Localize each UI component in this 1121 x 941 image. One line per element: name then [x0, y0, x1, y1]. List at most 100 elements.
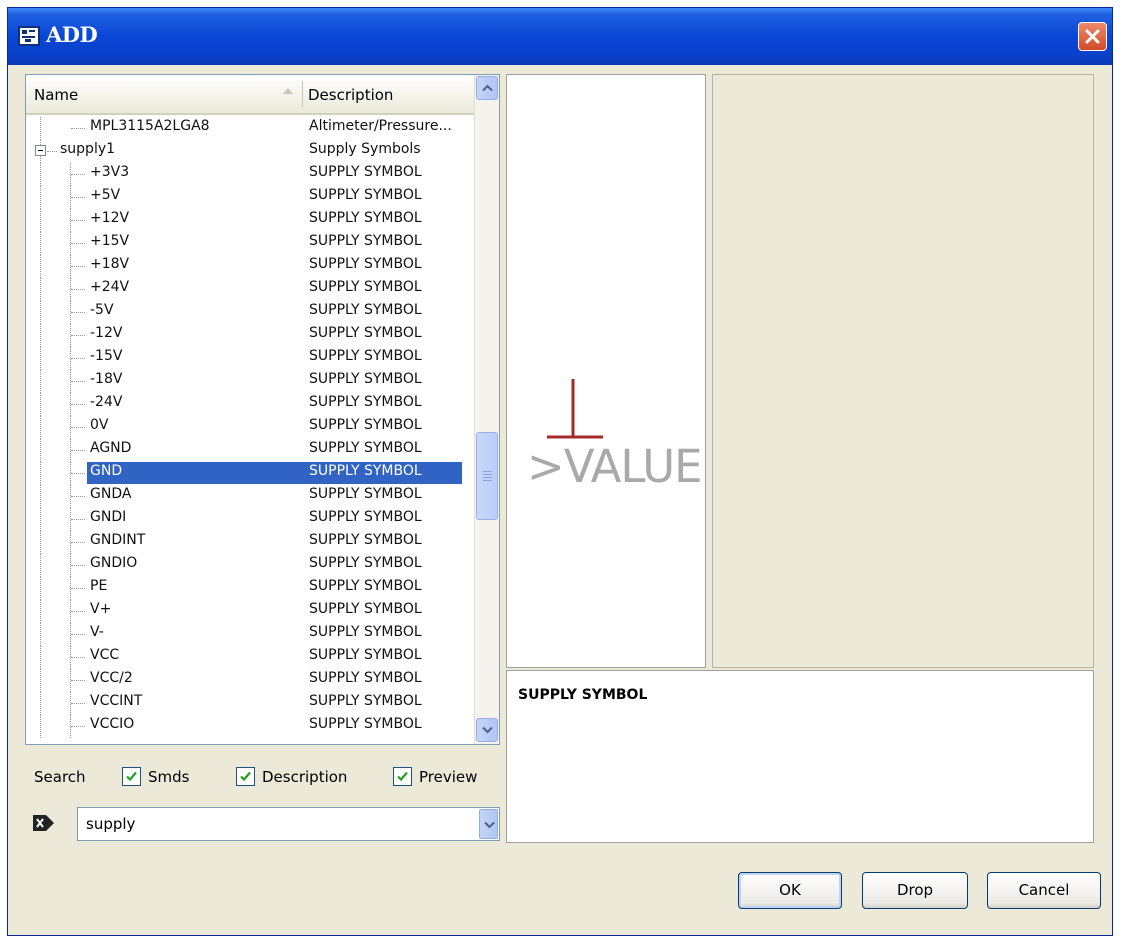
- tree-row[interactable]: -18V SUPPLY SYMBOL: [26, 370, 474, 393]
- tree-row[interactable]: +5V SUPPLY SYMBOL: [26, 186, 474, 209]
- tree-row-name: GND: [90, 463, 123, 479]
- scroll-up-button[interactable]: [476, 76, 498, 100]
- chevron-down-icon: [484, 821, 495, 829]
- window-title: ADD: [46, 22, 98, 47]
- tree-row-name: GNDINT: [90, 532, 146, 548]
- tree-row[interactable]: VCC SUPPLY SYMBOL: [26, 646, 474, 669]
- column-separator[interactable]: [302, 81, 303, 107]
- drop-button[interactable]: Drop: [862, 872, 968, 909]
- tree-row-description: SUPPLY SYMBOL: [309, 509, 422, 525]
- scroll-down-button[interactable]: [476, 718, 498, 742]
- library-tree[interactable]: Name Description MPL3115A2LGA8 Altimeter/…: [25, 74, 500, 745]
- tree-row-description: SUPPLY SYMBOL: [309, 394, 422, 410]
- tree-row[interactable]: -15V SUPPLY SYMBOL: [26, 347, 474, 370]
- search-input-value: supply: [86, 815, 136, 833]
- tree-row[interactable]: +3V3 SUPPLY SYMBOL: [26, 163, 474, 186]
- tree-row-description: SUPPLY SYMBOL: [309, 164, 422, 180]
- tree-row[interactable]: V+ SUPPLY SYMBOL: [26, 600, 474, 623]
- description-panel: SUPPLY SYMBOL: [506, 670, 1094, 843]
- description-label[interactable]: Description: [262, 768, 347, 786]
- tree-row[interactable]: +15V SUPPLY SYMBOL: [26, 232, 474, 255]
- tree-row[interactable]: MPL3115A2LGA8 Altimeter/Pressure...: [26, 117, 474, 140]
- tree-row-description: SUPPLY SYMBOL: [309, 348, 422, 364]
- tree-row-description: SUPPLY SYMBOL: [309, 463, 422, 479]
- smds-label[interactable]: Smds: [148, 768, 189, 786]
- tree-row[interactable]: supply1 Supply Symbols: [26, 140, 474, 163]
- tree-row-description: SUPPLY SYMBOL: [309, 601, 422, 617]
- tree-row-name: 0V: [90, 417, 109, 433]
- close-button[interactable]: [1078, 22, 1107, 51]
- tree-row[interactable]: +24V SUPPLY SYMBOL: [26, 278, 474, 301]
- tree-row[interactable]: V- SUPPLY SYMBOL: [26, 623, 474, 646]
- checkmark-icon: [126, 771, 137, 782]
- description-checkbox[interactable]: [236, 767, 255, 786]
- tree-row-description: SUPPLY SYMBOL: [309, 693, 422, 709]
- tree-scrollbar[interactable]: [474, 75, 499, 744]
- tree-row[interactable]: AGND SUPPLY SYMBOL: [26, 439, 474, 462]
- tree-row-description: SUPPLY SYMBOL: [309, 532, 422, 548]
- tree-row-description: SUPPLY SYMBOL: [309, 187, 422, 203]
- tree-row-name: +18V: [90, 256, 130, 272]
- tree-row[interactable]: 0V SUPPLY SYMBOL: [26, 416, 474, 439]
- clear-search-icon[interactable]: [32, 813, 56, 833]
- tree-row[interactable]: +12V SUPPLY SYMBOL: [26, 209, 474, 232]
- tree-row-description: SUPPLY SYMBOL: [309, 670, 422, 686]
- tree-row-description: SUPPLY SYMBOL: [309, 371, 422, 387]
- tree-row-name: -15V: [90, 348, 123, 364]
- package-preview: [712, 74, 1094, 668]
- cancel-button[interactable]: Cancel: [987, 872, 1101, 909]
- tree-row-description: SUPPLY SYMBOL: [309, 555, 422, 571]
- tree-row-name: GNDA: [90, 486, 132, 502]
- search-label: Search: [34, 768, 86, 786]
- tree-row-name: -24V: [90, 394, 123, 410]
- tree-row-name: supply1: [60, 141, 116, 157]
- tree-row-description: SUPPLY SYMBOL: [309, 210, 422, 226]
- tree-row-name: -12V: [90, 325, 123, 341]
- tree-row[interactable]: -5V SUPPLY SYMBOL: [26, 301, 474, 324]
- tree-row-name: V+: [90, 601, 112, 617]
- tree-row-name: GNDI: [90, 509, 127, 525]
- tree-row[interactable]: GNDA SUPPLY SYMBOL: [26, 485, 474, 508]
- close-icon: [1085, 29, 1100, 44]
- tree-row-description: Altimeter/Pressure...: [309, 118, 452, 134]
- collapse-toggle-icon[interactable]: [35, 145, 46, 156]
- ok-button[interactable]: OK: [738, 872, 842, 909]
- tree-row-selected[interactable]: GND SUPPLY SYMBOL: [26, 462, 474, 485]
- preview-label[interactable]: Preview: [419, 768, 477, 786]
- smds-checkbox[interactable]: [122, 767, 141, 786]
- tree-row[interactable]: GNDI SUPPLY SYMBOL: [26, 508, 474, 531]
- tree-row[interactable]: PE SUPPLY SYMBOL: [26, 577, 474, 600]
- column-header-name[interactable]: Name: [34, 75, 78, 113]
- tree-row[interactable]: VCC/2 SUPPLY SYMBOL: [26, 669, 474, 692]
- tree-row-name: AGND: [90, 440, 132, 456]
- tree-row-description: Supply Symbols: [309, 141, 421, 157]
- tree-row[interactable]: -24V SUPPLY SYMBOL: [26, 393, 474, 416]
- search-history-dropdown-button[interactable]: [479, 809, 498, 839]
- scroll-thumb[interactable]: [476, 432, 498, 520]
- tree-row[interactable]: VCCIO SUPPLY SYMBOL: [26, 715, 474, 738]
- tree-row-name: PE: [90, 578, 108, 594]
- preview-checkbox[interactable]: [393, 767, 412, 786]
- tree-row[interactable]: GNDINT SUPPLY SYMBOL: [26, 531, 474, 554]
- search-input[interactable]: supply: [77, 807, 500, 841]
- tree-row-description: SUPPLY SYMBOL: [309, 486, 422, 502]
- tree-header: Name Description: [26, 75, 474, 115]
- symbol-value-label: >VALUE: [527, 440, 703, 493]
- title-bar[interactable]: ADD: [8, 8, 1112, 65]
- tree-row[interactable]: -12V SUPPLY SYMBOL: [26, 324, 474, 347]
- checkmark-icon: [240, 771, 251, 782]
- column-header-description[interactable]: Description: [308, 75, 393, 113]
- tree-row[interactable]: GNDIO SUPPLY SYMBOL: [26, 554, 474, 577]
- sort-ascending-icon: [283, 88, 293, 94]
- tree-row-description: SUPPLY SYMBOL: [309, 578, 422, 594]
- tree-row[interactable]: VCCINT SUPPLY SYMBOL: [26, 692, 474, 715]
- tree-row-name: VCCINT: [90, 693, 143, 709]
- tree-row-description: SUPPLY SYMBOL: [309, 302, 422, 318]
- tree-row[interactable]: +18V SUPPLY SYMBOL: [26, 255, 474, 278]
- app-icon: [18, 26, 40, 46]
- tree-row-name: MPL3115A2LGA8: [90, 118, 210, 134]
- tree-row-name: +24V: [90, 279, 130, 295]
- tree-row-name: -18V: [90, 371, 123, 387]
- symbol-preview: >VALUE: [506, 74, 706, 668]
- tree-row-name: VCC/2: [90, 670, 133, 686]
